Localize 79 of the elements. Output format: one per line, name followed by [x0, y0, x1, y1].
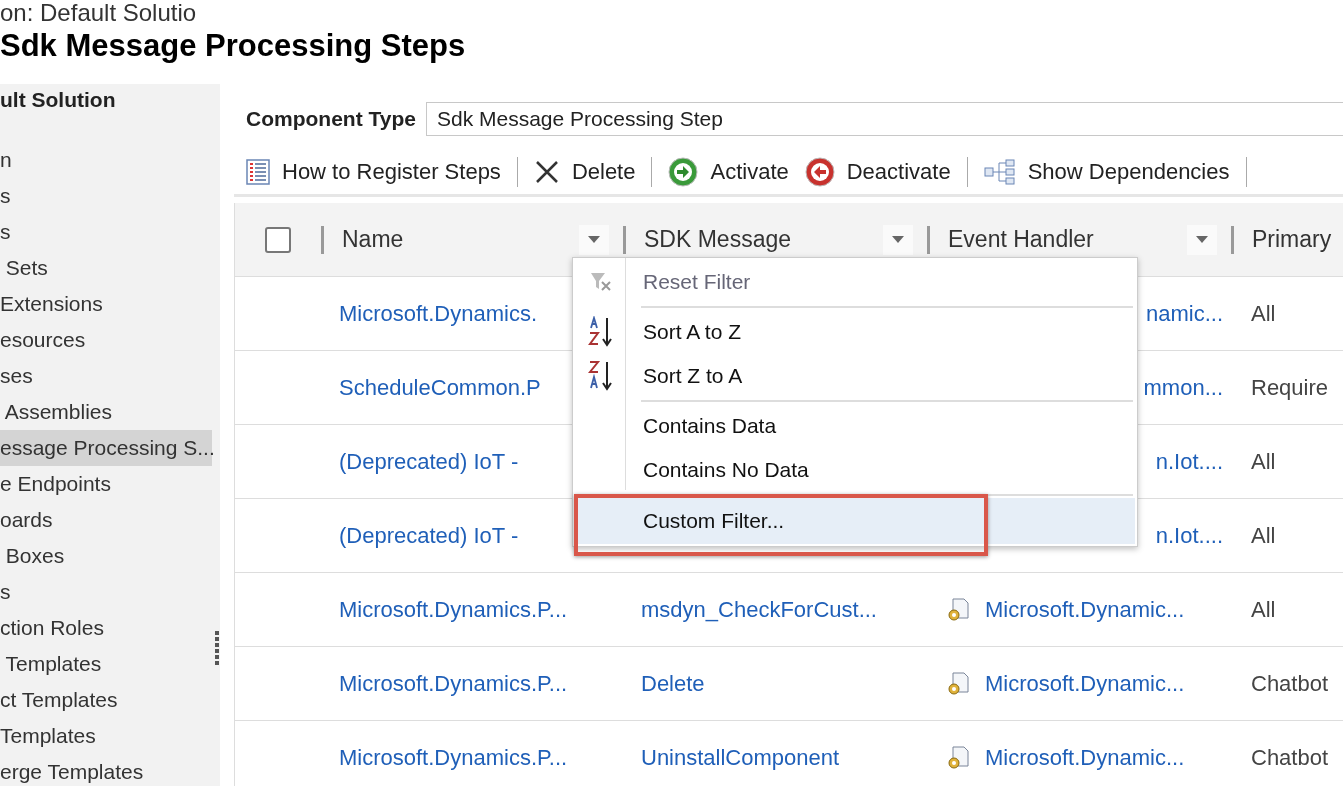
handler-link[interactable]: n.Iot.... [1155, 522, 1223, 549]
table-cell: All [1251, 448, 1276, 475]
name-link[interactable]: Microsoft.Dynamics.P... [339, 670, 568, 697]
handler-link[interactable]: namic... [1145, 300, 1223, 327]
column-header[interactable]: SDK Message [644, 226, 883, 253]
sidebar-item[interactable]: erge Templates [0, 754, 212, 786]
sidebar-item[interactable]: Assemblies [0, 394, 212, 430]
sidebar-item[interactable]: ction Roles [0, 610, 212, 646]
menu-item[interactable]: Contains Data [575, 404, 1135, 448]
sort-icon [588, 360, 614, 392]
handler-link[interactable]: Microsoft.Dynamic... [985, 670, 1185, 697]
toolbar-button[interactable]: Delete [525, 159, 644, 185]
sidebar-item[interactable]: Templates [0, 718, 212, 754]
table-cell: All [1251, 596, 1276, 623]
table-cell: Chatbot [1251, 670, 1329, 697]
column-header[interactable]: Name [342, 226, 579, 253]
page-title: Sdk Message Processing Steps [0, 28, 466, 64]
sidebar-item[interactable]: s [0, 214, 212, 250]
caret-icon [892, 235, 904, 244]
toolbar-button[interactable]: Deactivate [796, 157, 959, 187]
table-cell: Require [1251, 374, 1329, 401]
caret-icon [588, 235, 600, 244]
name-link[interactable]: (Deprecated) IoT - [339, 448, 519, 475]
resize-grip-icon[interactable] [214, 630, 220, 666]
column-header[interactable]: Primary [1252, 226, 1343, 253]
sort-icon [588, 316, 614, 348]
name-link[interactable]: (Deprecated) IoT - [339, 522, 519, 549]
name-link[interactable]: Microsoft.Dynamics.P... [339, 744, 568, 771]
sidebar-item[interactable]: ct Templates [0, 682, 212, 718]
sidebar-item[interactable]: Sets [0, 250, 212, 286]
sidebar-item[interactable]: n [0, 142, 212, 178]
menu-item[interactable]: Contains No Data [575, 448, 1135, 492]
gear-document-icon [947, 597, 969, 622]
name-link[interactable]: Microsoft.Dynamics. [339, 300, 538, 327]
toolbar-button[interactable]: How to Register Steps [238, 159, 509, 185]
handler-link[interactable]: Microsoft.Dynamic... [985, 596, 1185, 623]
toolbar-button[interactable]: Activate [660, 157, 797, 187]
sidebar-item[interactable]: ses [0, 358, 212, 394]
column-filter-button[interactable] [579, 224, 609, 255]
select-all-checkbox[interactable] [265, 226, 291, 253]
right-arrow-circle-icon [668, 157, 699, 187]
clear-filter-icon [589, 271, 613, 293]
gear-document-icon [947, 671, 969, 696]
sidebar-item[interactable]: Extensions [0, 286, 212, 322]
column-header[interactable]: Event Handler [948, 226, 1187, 253]
handler-link[interactable]: mmon... [1143, 374, 1223, 401]
hierarchy-icon [983, 159, 1016, 185]
sidebar-item[interactable]: oards [0, 502, 212, 538]
message-link[interactable]: Delete [641, 670, 705, 697]
menu-item[interactable]: Sort Z to A [575, 354, 1135, 398]
menu-item[interactable]: Sort A to Z [575, 310, 1135, 354]
column-filter-button[interactable] [1187, 224, 1217, 255]
toolbar-button[interactable]: Show Dependencies [975, 159, 1238, 185]
message-link[interactable]: UninstallComponent [641, 744, 840, 771]
name-link[interactable]: Microsoft.Dynamics.P... [339, 596, 568, 623]
message-link[interactable]: msdyn_CheckForCust... [641, 596, 877, 623]
gear-document-icon [947, 745, 969, 770]
column-filter-button[interactable] [883, 224, 913, 255]
sidebar-item[interactable]: s [0, 574, 212, 610]
component-type-field[interactable]: Sdk Message Processing Step [425, 102, 1343, 136]
sidebar-item[interactable]: e Endpoints [0, 466, 212, 502]
table-cell: Chatbot [1251, 744, 1329, 771]
sidebar-item[interactable]: esources [0, 322, 212, 358]
caret-icon [1196, 235, 1208, 244]
handler-link[interactable]: Microsoft.Dynamic... [985, 744, 1185, 771]
handler-link[interactable]: n.Iot.... [1155, 448, 1223, 475]
sidebar-heading: ult Solution [0, 87, 117, 113]
list-icon [246, 159, 270, 185]
breadcrumb: on: Default Solutio [0, 0, 198, 26]
table-cell: All [1251, 522, 1276, 549]
sidebar-item[interactable]: s [0, 178, 212, 214]
name-link[interactable]: ScheduleCommon.P [339, 374, 541, 401]
sidebar-item[interactable]: Templates [0, 646, 212, 682]
sidebar-item[interactable]: essage Processing S... [0, 430, 212, 466]
table-cell: All [1251, 300, 1276, 327]
sidebar-item[interactable]: Boxes [0, 538, 212, 574]
field-label: Component Type [246, 107, 416, 131]
left-arrow-circle-icon [804, 157, 835, 187]
close-icon [533, 159, 560, 185]
